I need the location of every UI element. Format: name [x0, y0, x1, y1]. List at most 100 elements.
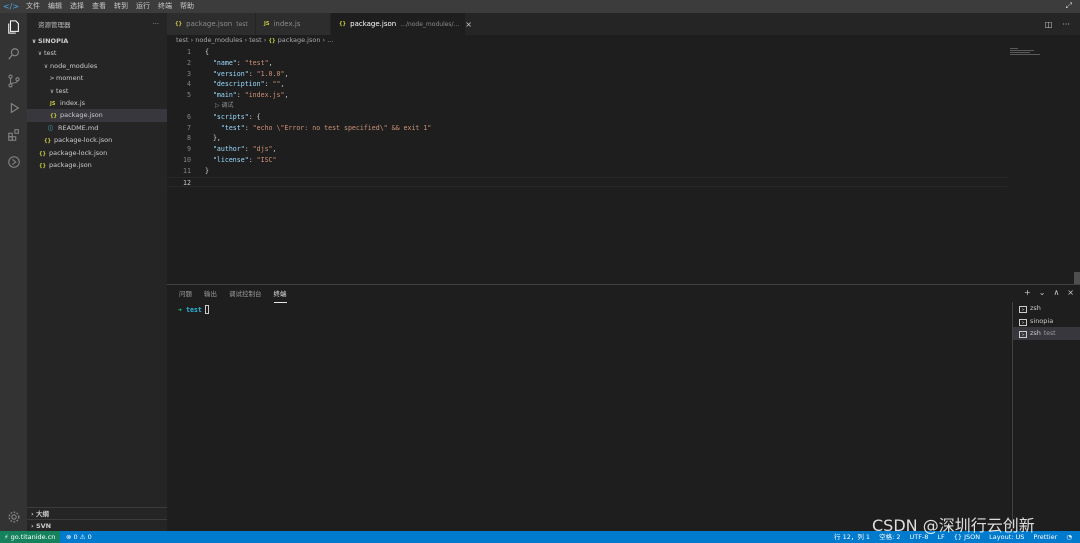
menu-terminal[interactable]: 终端	[154, 0, 176, 13]
problems-indicator[interactable]: ⊗ 0 ⚠ 0	[66, 531, 92, 543]
menu-file[interactable]: 文件	[22, 0, 44, 13]
chevron-down-icon[interactable]: ⌄	[1039, 288, 1046, 297]
code-token: ,	[284, 91, 289, 100]
code-token: :	[264, 80, 273, 89]
tab-debug-console[interactable]: 调试控制台	[229, 288, 262, 303]
menu-bar: 文件 编辑 选择 查看 转到 运行 终端 帮助	[22, 0, 198, 13]
panel-tabs: 问题 输出 调试控制台 终端	[179, 288, 287, 303]
terminal-output[interactable]: ➜ test	[178, 305, 209, 314]
code-token: "description"	[212, 80, 265, 89]
maximize-panel-icon[interactable]: ∧	[1053, 288, 1059, 297]
tree-label: SINOPIA	[38, 37, 69, 45]
code-token: {	[205, 48, 209, 56]
breadcrumb-item[interactable]: package.json	[278, 36, 321, 44]
terminal-item-zsh-test[interactable]: > zsh test	[1013, 327, 1080, 340]
search-icon[interactable]	[0, 42, 27, 66]
code-token: },	[205, 134, 221, 143]
code-editor[interactable]: 1{2 "name": "test", 3 "version": "1.0.0",…	[167, 47, 1080, 284]
tree-file-package-lock-json[interactable]: {} package-lock.json	[27, 147, 167, 159]
tree-label: package.json	[49, 160, 92, 169]
svn-label: SVN	[35, 522, 52, 530]
terminal-item-sinopia[interactable]: > sinopia	[1013, 315, 1080, 328]
tree-label: index.js	[60, 98, 86, 107]
menu-help[interactable]: 帮助	[176, 0, 198, 13]
code-token: "main"	[212, 91, 237, 100]
code-line: 9 "author": "djs",	[167, 144, 1007, 155]
tab-output[interactable]: 输出	[204, 288, 217, 303]
source-control-icon[interactable]	[0, 69, 27, 93]
code-token: "echo \"Error: no test specified\" && ex…	[252, 123, 432, 132]
line-number: 5	[187, 91, 191, 100]
code-token: :	[248, 156, 257, 164]
code-token: :	[236, 91, 245, 100]
scrollbar-thumb[interactable]	[1074, 272, 1080, 284]
more-actions-icon[interactable]: ···	[1062, 20, 1070, 29]
menu-go[interactable]: 转到	[110, 0, 132, 13]
line-number: 6	[187, 112, 191, 121]
code-token: "djs"	[252, 145, 273, 154]
menu-selection[interactable]: 选择	[66, 0, 88, 13]
explorer-icon[interactable]	[0, 15, 27, 39]
tab-problems[interactable]: 问题	[179, 288, 192, 303]
remote-indicator[interactable]: ⚡ go.titanide.cn	[0, 531, 61, 543]
extensions-icon[interactable]	[0, 123, 27, 147]
more-actions-icon[interactable]: ···	[153, 20, 159, 28]
code-token: }	[205, 166, 209, 175]
line-number: 11	[183, 166, 191, 175]
split-editor-icon[interactable]: ◫	[1045, 20, 1053, 29]
tree-root-sinopia[interactable]: ∨ SINOPIA	[27, 35, 167, 47]
tab-label: package.json	[350, 20, 397, 28]
terminal-item-zsh[interactable]: > zsh	[1013, 302, 1080, 315]
activity-bar	[0, 13, 27, 531]
line-number: 2	[187, 58, 191, 67]
breadcrumb-item[interactable]: test	[249, 36, 261, 44]
code-line: 3 "version": "1.0.0",	[167, 69, 1007, 80]
code-token: :	[236, 58, 245, 67]
tree-folder-node-modules[interactable]: ∨ node_modules	[27, 60, 167, 72]
terminal-label: zsh	[1030, 304, 1041, 312]
code-line: 12	[167, 176, 1007, 188]
editor-tabs: {} package.json test JS index.js {} pack…	[167, 13, 1080, 35]
tree-folder-moment[interactable]: >moment	[27, 72, 167, 84]
close-icon[interactable]: ×	[465, 20, 472, 29]
terminal-icon: >	[1019, 318, 1027, 326]
tree-label: test	[44, 49, 57, 58]
tree-file-readme-md[interactable]: ⓘ README.md	[27, 122, 167, 134]
tab-package-json-test[interactable]: {} package.json test	[167, 13, 256, 35]
breadcrumb-item[interactable]: ...	[327, 36, 333, 44]
minimap[interactable]	[1010, 47, 1044, 59]
breadcrumb-item[interactable]: test	[176, 36, 188, 44]
cursor-position[interactable]: 行 12，列 1	[834, 531, 870, 543]
remote-explorer-icon[interactable]	[0, 150, 27, 174]
code-line: 5 "main": "index.js",	[167, 90, 1007, 101]
tree-file-package-lock-json-inner[interactable]: {} package-lock.json	[27, 134, 167, 146]
settings-gear-icon[interactable]	[0, 505, 27, 529]
breadcrumb: test › node_modules › test › {} package.…	[176, 36, 333, 47]
run-debug-icon[interactable]	[0, 96, 27, 120]
tree-label: moment	[56, 74, 84, 83]
tree-folder-test[interactable]: ∨ test	[27, 47, 167, 59]
fullscreen-icon[interactable]: ⤢	[1066, 1, 1072, 11]
formatter[interactable]: Prettier	[1033, 531, 1057, 543]
tab-package-json-active[interactable]: {} package.json .../node_modules/... ×	[331, 13, 472, 35]
new-terminal-icon[interactable]: +	[1024, 288, 1031, 297]
tree-file-index-js[interactable]: JS index.js	[27, 97, 167, 109]
breadcrumb-item[interactable]: node_modules	[195, 36, 242, 44]
tree-file-package-json-selected[interactable]: {} package.json	[27, 109, 167, 122]
notification-bell-icon[interactable]: ◔	[1066, 531, 1072, 543]
menu-view[interactable]: 查看	[88, 0, 110, 13]
code-token: "test"	[244, 58, 269, 67]
debug-codelens[interactable]: ▷ 调试	[215, 101, 234, 112]
code-token: "license"	[212, 156, 249, 164]
tab-index-js[interactable]: JS index.js	[256, 13, 331, 35]
close-icon[interactable]: ×	[1067, 288, 1074, 297]
outline-section[interactable]: › 大纲	[27, 507, 167, 519]
menu-edit[interactable]: 编辑	[44, 0, 66, 13]
tab-terminal[interactable]: 终端	[273, 288, 287, 303]
svn-section[interactable]: › SVN	[27, 519, 167, 531]
tree-file-package-json[interactable]: {} package.json	[27, 159, 167, 171]
editor-scrollbar[interactable]	[1074, 47, 1080, 284]
tree-folder-test-inner[interactable]: ∨ test	[27, 85, 167, 97]
menu-run[interactable]: 运行	[132, 0, 154, 13]
